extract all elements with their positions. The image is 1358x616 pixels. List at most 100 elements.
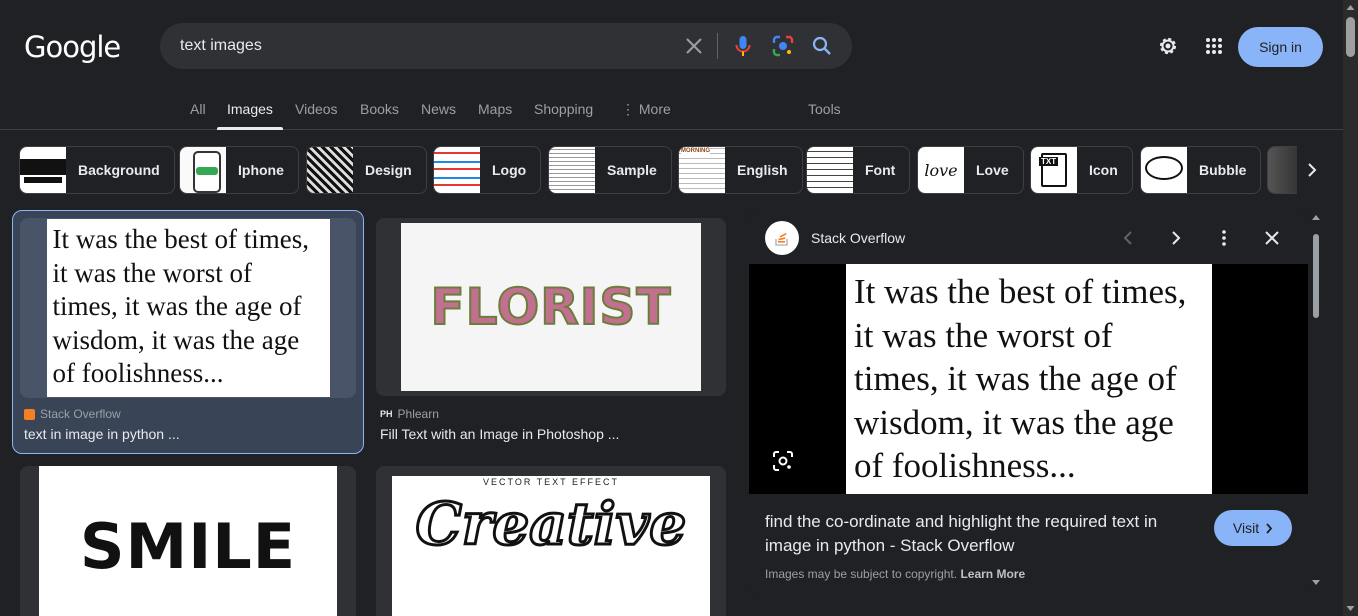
clear-icon[interactable] <box>682 34 706 58</box>
tab-maps[interactable]: Maps <box>478 101 512 117</box>
result-card-2[interactable]: FLORIST PH Phlearn Fill Text with an Ima… <box>376 218 726 448</box>
chip-logo[interactable]: Logo <box>433 146 542 194</box>
chip-label: Font <box>865 162 896 178</box>
result-image-text: It was the best of times, it was the wor… <box>46 219 330 397</box>
panel-footer: find the co-ordinate and highlight the r… <box>749 494 1308 594</box>
chip-thumb-text: TXT <box>1039 157 1059 166</box>
result-source: PH Phlearn <box>380 407 439 421</box>
chip-thumbnail <box>307 147 353 193</box>
result-source: Stack Overflow <box>24 407 121 421</box>
panel-image-text: It was the best of times, it was the wor… <box>846 264 1212 494</box>
tools-button[interactable]: Tools <box>808 101 841 117</box>
result-title[interactable]: text in image in python ... <box>24 426 180 442</box>
phlearn-favicon: PH <box>380 409 393 419</box>
tab-all[interactable]: All <box>190 101 206 117</box>
result-image-text: FLORIST <box>430 277 672 337</box>
previous-chevron-icon[interactable] <box>1116 226 1140 250</box>
chip-thumbnail <box>434 147 480 193</box>
stackoverflow-favicon <box>24 408 35 420</box>
chip-design[interactable]: Design <box>306 146 427 194</box>
result-card-4[interactable]: VECTOR TEXT EFFECT Creative <box>376 466 726 616</box>
chip-thumbnail <box>549 147 595 193</box>
chip-thumb-text: MORNING <box>681 148 710 154</box>
chip-label: Love <box>976 162 1009 178</box>
lens-icon[interactable] <box>771 34 795 58</box>
chip-thumbnail <box>1268 147 1297 193</box>
chip-font[interactable]: Font <box>806 146 911 194</box>
close-icon[interactable] <box>1260 226 1284 250</box>
copyright-notice: Images may be subject to copyright. Lear… <box>765 567 1025 581</box>
chip-thumb-text: love <box>924 160 958 180</box>
chip-thumbnail <box>1141 147 1187 193</box>
chip-iphone[interactable]: Iphone <box>179 146 299 194</box>
search-tabs: All Images Videos Books News Maps Shoppi… <box>0 92 1343 130</box>
chip-background[interactable]: Background <box>19 146 175 194</box>
chip-bubble[interactable]: Bubble <box>1140 146 1262 194</box>
result-card-3[interactable]: SMILE <box>20 466 356 616</box>
panel-image-area[interactable]: It was the best of times, it was the wor… <box>749 264 1308 494</box>
google-images-page: Google Sign in All Images Videos Books N… <box>0 0 1358 616</box>
panel-title[interactable]: find the co-ordinate and highlight the r… <box>765 510 1205 558</box>
chip-english[interactable]: MORNING English <box>678 146 803 194</box>
tab-books[interactable]: Books <box>360 101 399 117</box>
tab-more[interactable]: ⋮ More <box>621 101 671 118</box>
tab-news[interactable]: News <box>421 101 456 117</box>
chip-thumbnail: TXT <box>1031 147 1077 193</box>
chip-sample[interactable]: Sample <box>548 146 672 194</box>
result-image: FLORIST <box>376 218 726 396</box>
result-source-name: Phlearn <box>397 407 439 421</box>
sign-in-button[interactable]: Sign in <box>1238 27 1323 67</box>
microphone-icon[interactable] <box>731 34 755 58</box>
search-divider <box>717 33 718 59</box>
lens-search-icon[interactable] <box>771 449 795 473</box>
result-image: VECTOR TEXT EFFECT Creative <box>376 466 726 616</box>
result-title[interactable]: Fill Text with an Image in Photoshop ... <box>380 426 619 442</box>
result-image-text: Creative <box>414 489 688 560</box>
tab-images[interactable]: Images <box>227 101 273 117</box>
result-image-text: SMILE <box>79 509 297 583</box>
tab-shopping[interactable]: Shopping <box>534 101 593 117</box>
creative-image: VECTOR TEXT EFFECT Creative <box>392 476 710 616</box>
chip-label: Iphone <box>238 162 284 178</box>
search-icon[interactable] <box>810 34 834 58</box>
tab-more-label: More <box>638 101 671 117</box>
result-card-1[interactable]: It was the best of times, it was the wor… <box>12 210 364 454</box>
next-chevron-icon[interactable] <box>1164 226 1188 250</box>
google-apps-icon[interactable] <box>1202 34 1226 58</box>
chip-partial[interactable] <box>1267 146 1297 194</box>
chip-love[interactable]: love Love <box>917 146 1024 194</box>
result-image: It was the best of times, it was the wor… <box>20 218 356 398</box>
page-scrollbar[interactable] <box>1343 0 1358 616</box>
chip-thumbnail <box>20 147 66 193</box>
search-box[interactable] <box>160 23 852 69</box>
chip-icon[interactable]: TXT Icon <box>1030 146 1133 194</box>
panel-header: Stack Overflow <box>749 212 1308 264</box>
visit-button[interactable]: Visit <box>1214 510 1292 546</box>
result-image-subtext: VECTOR TEXT EFFECT <box>482 477 619 487</box>
chevron-right-icon <box>1266 522 1273 534</box>
stackoverflow-logo-icon <box>765 221 799 255</box>
chip-thumbnail: MORNING <box>679 147 725 193</box>
result-image: SMILE <box>20 466 356 616</box>
panel-scrollbar[interactable] <box>1311 212 1321 594</box>
visit-label: Visit <box>1232 520 1260 536</box>
active-tab-indicator <box>217 127 283 130</box>
search-input[interactable] <box>180 23 660 69</box>
result-source-name: Stack Overflow <box>40 407 121 421</box>
image-preview-panel: Stack Overflow It was the best of times,… <box>749 212 1308 594</box>
copyright-text: Images may be subject to copyright. <box>765 567 958 581</box>
smile-image: SMILE <box>39 466 337 616</box>
panel-site-name[interactable]: Stack Overflow <box>811 230 905 246</box>
chip-label: Icon <box>1089 162 1118 178</box>
chip-label: English <box>737 162 788 178</box>
google-logo[interactable]: Google <box>24 30 121 64</box>
chip-label: Design <box>365 162 412 178</box>
settings-gear-icon[interactable] <box>1156 34 1180 58</box>
learn-more-link[interactable]: Learn More <box>960 567 1025 581</box>
chevron-right-icon[interactable] <box>1300 158 1324 182</box>
more-options-icon[interactable] <box>1212 226 1236 250</box>
tab-videos[interactable]: Videos <box>295 101 338 117</box>
refinement-chips: Background Iphone Design Logo Sample MOR… <box>0 146 1343 194</box>
florist-image: FLORIST <box>401 223 701 391</box>
chip-label: Sample <box>607 162 657 178</box>
